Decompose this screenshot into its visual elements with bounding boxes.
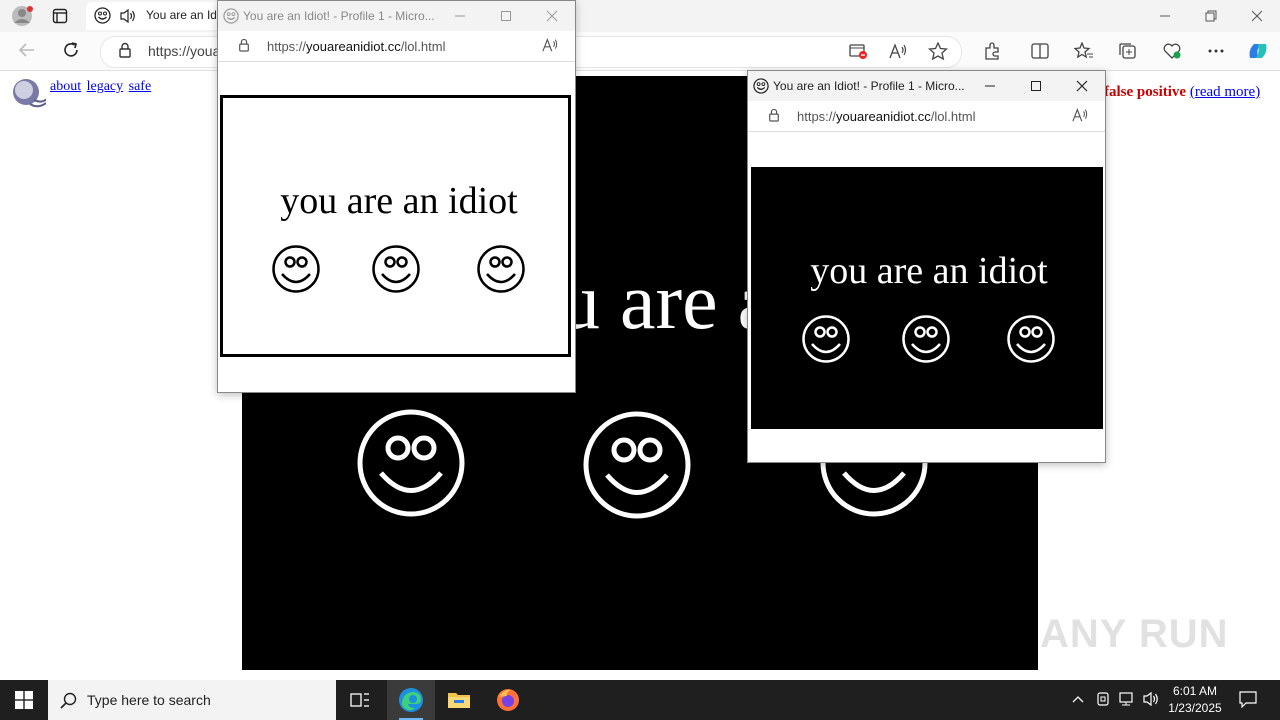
smiley-icon xyxy=(476,244,526,294)
speaker-icon[interactable] xyxy=(119,8,137,24)
smiley-icon xyxy=(271,244,321,294)
smiley-icon xyxy=(801,314,851,364)
favorites-icon[interactable] xyxy=(1072,40,1096,62)
popup-close-button[interactable] xyxy=(1059,71,1105,101)
popup-title-bar[interactable]: You are an Idiot! - Profile 1 - Micro... xyxy=(748,71,1105,101)
smiley-favicon-icon xyxy=(94,7,111,24)
top-links: about legacy safe xyxy=(50,79,153,95)
read-aloud-icon[interactable] xyxy=(1071,107,1089,123)
popup-title-bar[interactable]: You are an Idiot! - Profile 1 - Micro... xyxy=(218,1,575,31)
popup-window-2[interactable]: You are an Idiot! - Profile 1 - Micro...… xyxy=(747,70,1106,463)
anyrun-watermark: ANY RUN xyxy=(1040,612,1229,656)
read-aloud-icon[interactable] xyxy=(541,37,559,53)
popup-title: You are an Idiot! - Profile 1 - Micro... xyxy=(243,9,435,23)
popup-title: You are an Idiot! - Profile 1 - Micro... xyxy=(773,79,965,93)
big-smiley-icon xyxy=(582,410,692,520)
legacy-link[interactable]: legacy xyxy=(87,79,124,94)
lock-icon xyxy=(238,38,250,52)
smiley-favicon-icon xyxy=(223,8,239,24)
firefox-icon[interactable] xyxy=(484,680,532,720)
collections-icon[interactable] xyxy=(1116,40,1140,62)
split-screen-icon[interactable] xyxy=(1028,40,1052,62)
copilot-icon[interactable] xyxy=(1246,40,1270,62)
popup-maximize-button[interactable] xyxy=(1013,71,1059,101)
popup-idiot-text: you are an idiot xyxy=(280,180,518,222)
lock-icon[interactable] xyxy=(118,42,132,58)
popup-content-black xyxy=(751,167,1103,429)
show-hidden-icons-chevron-icon[interactable] xyxy=(1070,692,1086,706)
favorite-star-icon[interactable] xyxy=(926,40,950,62)
popup-maximize-button[interactable] xyxy=(483,1,529,31)
smiley-favicon-icon xyxy=(753,78,769,94)
about-link[interactable]: about xyxy=(50,79,81,94)
file-explorer-icon[interactable] xyxy=(435,680,483,720)
popup-window-1[interactable]: You are an Idiot! - Profile 1 - Micro...… xyxy=(217,0,576,393)
edge-taskbar-icon[interactable] xyxy=(387,680,435,720)
clock-date: 1/23/2025 xyxy=(1168,701,1222,715)
big-smiley-icon xyxy=(356,408,466,518)
popup-address-bar[interactable]: https://youareanidiot.cc/lol.html xyxy=(218,31,575,62)
back-arrow-icon[interactable] xyxy=(18,42,36,58)
popup-idiot-text: you are an idiot xyxy=(810,250,1048,292)
smiley-icon xyxy=(1006,314,1056,364)
device-icon[interactable] xyxy=(1095,691,1111,707)
task-view-icon[interactable] xyxy=(336,680,384,720)
popup-url: https://youareanidiot.cc/lol.html xyxy=(267,39,446,54)
popup-blocked-icon[interactable] xyxy=(846,40,870,62)
popup-minimize-button[interactable] xyxy=(967,71,1013,101)
browser-essentials-icon[interactable] xyxy=(1160,40,1184,62)
false-positive-notice: false positive (read more) xyxy=(1104,84,1260,101)
profile-avatar-icon[interactable] xyxy=(10,5,34,27)
close-button[interactable] xyxy=(1234,0,1280,32)
restore-button[interactable] xyxy=(1188,0,1234,32)
search-placeholder: Type here to search xyxy=(87,692,211,708)
network-icon[interactable] xyxy=(1118,691,1136,707)
clock-time: 6:01 AM xyxy=(1172,684,1218,698)
tab-actions-icon[interactable] xyxy=(52,8,68,24)
smiley-icon xyxy=(371,244,421,294)
popup-url: https://youareanidiot.cc/lol.html xyxy=(797,109,976,124)
popup-content-white xyxy=(220,95,571,357)
popup-minimize-button[interactable] xyxy=(437,1,483,31)
smiley-icon xyxy=(901,314,951,364)
tab-title: You are an Idiot! - Profile 1 - Microsof… xyxy=(146,8,216,22)
notifications-icon[interactable] xyxy=(1238,690,1258,708)
more-options-icon[interactable] xyxy=(1204,40,1228,62)
sound-speaker-icon[interactable] xyxy=(8,76,46,110)
search-icon xyxy=(60,692,77,709)
popup-address-bar[interactable]: https://youareanidiot.cc/lol.html xyxy=(748,101,1105,132)
extensions-icon[interactable] xyxy=(980,40,1004,62)
read-more-link[interactable]: (read more) xyxy=(1190,84,1260,100)
taskbar-clock[interactable]: 6:01 AM 1/23/2025 xyxy=(1160,683,1230,717)
volume-icon[interactable] xyxy=(1142,691,1160,707)
popup-close-button[interactable] xyxy=(529,1,575,31)
read-aloud-icon[interactable] xyxy=(886,40,910,62)
windows-start-icon[interactable] xyxy=(0,680,48,720)
minimize-button[interactable] xyxy=(1142,0,1188,32)
safe-link[interactable]: safe xyxy=(129,79,152,94)
refresh-icon[interactable] xyxy=(62,41,80,59)
false-positive-label: false positive xyxy=(1104,84,1187,100)
lock-icon xyxy=(768,108,780,122)
